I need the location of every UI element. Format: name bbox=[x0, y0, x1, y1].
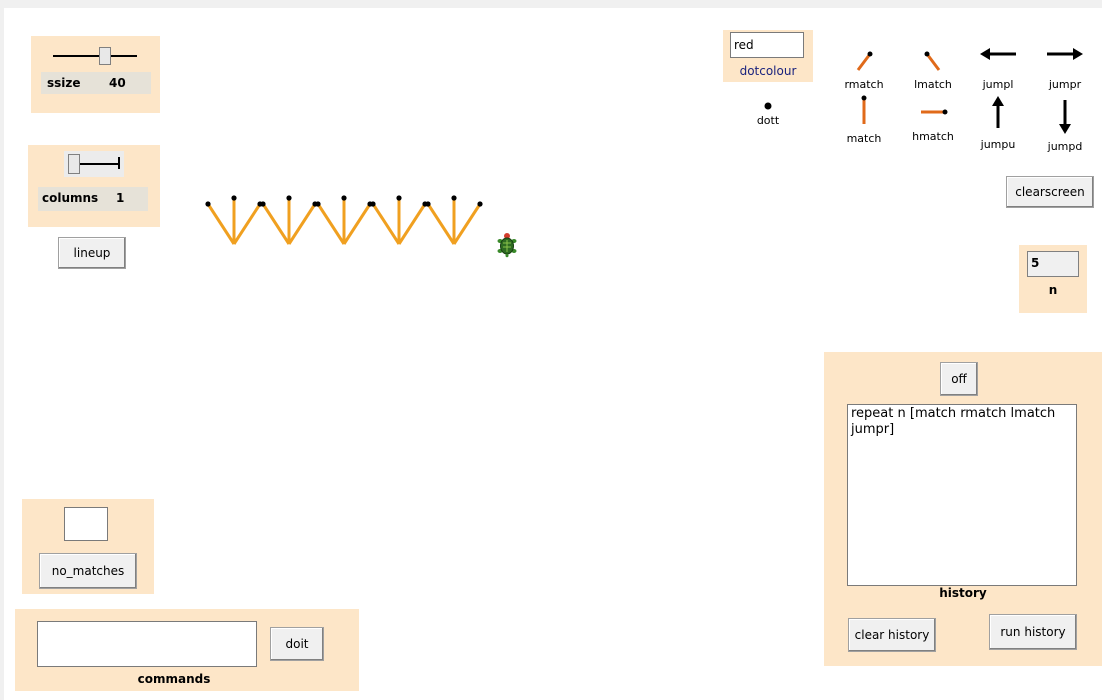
lmatch-tool[interactable]: lmatch bbox=[903, 40, 963, 96]
jumpd-label: jumpd bbox=[1047, 140, 1083, 153]
jumpr-label: jumpr bbox=[1048, 78, 1082, 91]
dotcolour-input[interactable] bbox=[730, 32, 804, 58]
jumpl-tool[interactable]: jumpl bbox=[968, 40, 1028, 96]
matchstick-head bbox=[205, 201, 211, 207]
history-label: history bbox=[939, 586, 987, 600]
matchstick bbox=[426, 203, 456, 245]
matchstick bbox=[206, 203, 236, 245]
matchstick-head bbox=[396, 195, 402, 201]
matchstick bbox=[287, 203, 317, 245]
matchstick-head bbox=[231, 195, 237, 201]
n-value-field[interactable]: 5 bbox=[1027, 251, 1079, 277]
lmatch-label: lmatch bbox=[914, 78, 952, 91]
run-history-button[interactable]: run history bbox=[989, 614, 1077, 650]
doit-button[interactable]: doit bbox=[270, 627, 324, 661]
columns-panel: columns 1 bbox=[28, 145, 160, 227]
history-toggle-button[interactable]: off bbox=[940, 362, 978, 396]
columns-slider-thumb[interactable] bbox=[68, 154, 80, 174]
commands-label: commands bbox=[137, 672, 211, 686]
matchstick bbox=[342, 203, 372, 245]
dott-label: dott bbox=[756, 114, 780, 127]
matchstick bbox=[397, 203, 427, 245]
matchstick-head bbox=[260, 201, 266, 207]
ssize-panel: ssize 40 bbox=[31, 36, 160, 113]
match-zigzag-drawing bbox=[205, 195, 483, 245]
jumpu-label: jumpu bbox=[980, 138, 1016, 151]
columns-slider[interactable] bbox=[64, 151, 124, 177]
matchstick bbox=[316, 203, 346, 245]
lmatch-icon bbox=[924, 51, 941, 71]
hmatch-icon bbox=[921, 109, 948, 115]
arrow-left-icon bbox=[980, 48, 1016, 60]
lineup-button[interactable]: lineup bbox=[58, 237, 126, 269]
no-matches-panel: no_matches bbox=[22, 499, 154, 594]
ssize-label: ssize bbox=[47, 76, 81, 90]
matchstick-head bbox=[425, 201, 431, 207]
match-icon bbox=[861, 95, 867, 124]
match-label: match bbox=[846, 132, 882, 145]
matchstick-head bbox=[315, 201, 321, 207]
commands-input[interactable] bbox=[37, 621, 257, 667]
hmatch-label: hmatch bbox=[912, 130, 954, 143]
n-label: n bbox=[1048, 283, 1058, 297]
match-tool[interactable]: match bbox=[834, 94, 894, 150]
rmatch-label: rmatch bbox=[844, 78, 884, 91]
turtle-icon bbox=[497, 233, 517, 258]
hmatch-tool[interactable]: hmatch bbox=[903, 92, 963, 148]
columns-value: 1 bbox=[116, 191, 125, 205]
arrow-down-icon bbox=[1059, 100, 1071, 134]
n-panel: 5 n bbox=[1019, 245, 1087, 313]
ssize-value: 40 bbox=[109, 76, 126, 90]
matchstick bbox=[232, 203, 262, 245]
ssize-slider[interactable] bbox=[53, 44, 137, 68]
history-panel: off history clear history run history bbox=[824, 352, 1102, 666]
rmatch-icon bbox=[856, 51, 873, 71]
matchstick-head bbox=[286, 195, 292, 201]
jumpr-tool[interactable]: jumpr bbox=[1035, 40, 1095, 96]
matchstick-head bbox=[451, 195, 457, 201]
columns-label: columns bbox=[42, 191, 99, 205]
ssize-slider-thumb[interactable] bbox=[99, 47, 111, 65]
rmatch-tool[interactable]: rmatch bbox=[834, 40, 894, 96]
dott-tool[interactable]: dott bbox=[738, 92, 798, 148]
matchstick bbox=[261, 203, 291, 245]
history-textarea[interactable] bbox=[847, 404, 1077, 586]
arrow-up-icon bbox=[992, 96, 1004, 128]
dotcolour-panel: dotcolour bbox=[723, 30, 813, 82]
clearscreen-button[interactable]: clearscreen bbox=[1006, 176, 1094, 208]
matchstick bbox=[371, 203, 401, 245]
jumpl-label: jumpl bbox=[982, 78, 1014, 91]
matchstick-head bbox=[370, 201, 376, 207]
matchstick-head bbox=[341, 195, 347, 201]
matchstick-head bbox=[477, 201, 483, 207]
arrow-right-icon bbox=[1047, 48, 1083, 60]
no-matches-field[interactable] bbox=[64, 507, 108, 541]
matchstick bbox=[452, 203, 482, 245]
jumpd-tool[interactable]: jumpd bbox=[1035, 96, 1095, 153]
jumpu-tool[interactable]: jumpu bbox=[968, 94, 1028, 151]
no-matches-button[interactable]: no_matches bbox=[39, 553, 137, 589]
commands-panel: doit commands bbox=[15, 609, 359, 691]
dotcolour-label: dotcolour bbox=[739, 64, 797, 78]
clear-history-button[interactable]: clear history bbox=[848, 618, 936, 652]
